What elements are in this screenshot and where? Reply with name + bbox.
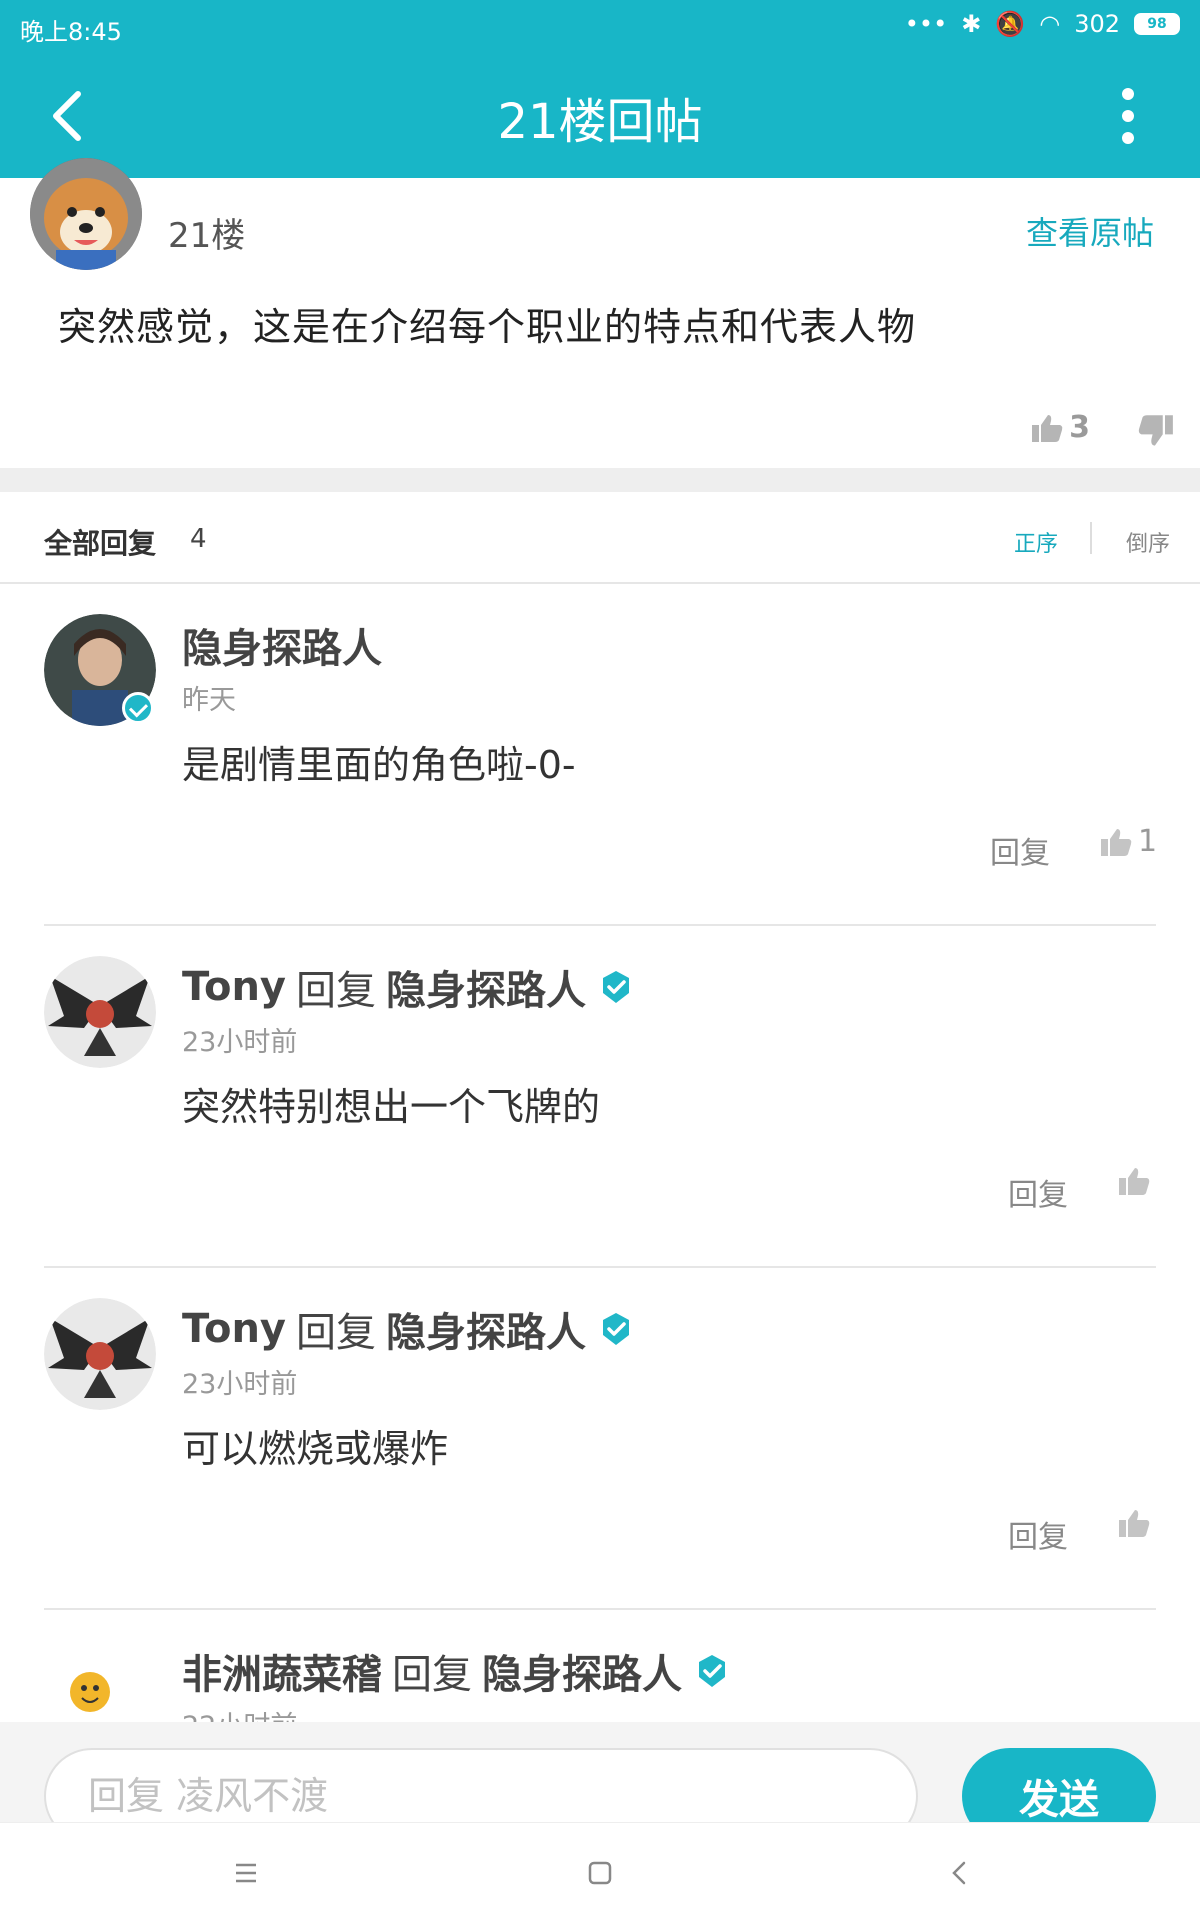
sort-ascending-button[interactable]: 正序 <box>1014 526 1058 558</box>
verified-badge-icon <box>598 1311 634 1347</box>
status-time: 晚上8:45 <box>20 18 122 46</box>
dog-avatar-icon <box>30 158 142 270</box>
reply-author-line: Tony 回复 隐身探路人 <box>182 958 634 1016</box>
reply-time: 23小时前 <box>182 1369 298 1400</box>
more-dot <box>1122 88 1134 100</box>
menu-nav-button[interactable] <box>226 1853 266 1893</box>
verified-badge-icon <box>598 969 634 1005</box>
post-like-count: 3 <box>1069 410 1090 445</box>
reply-like-button[interactable] <box>1118 1508 1150 1538</box>
bluetooth-icon: ✱ <box>961 10 982 38</box>
reply-button[interactable]: 回复 <box>1008 1170 1068 1214</box>
reply-author-line: Tony 回复 隐身探路人 <box>182 1300 634 1358</box>
reply-text: 突然特别想出一个飞牌的 <box>182 1085 601 1129</box>
reply-author-name[interactable]: 隐身探路人 <box>182 616 382 674</box>
thumbs-up-icon <box>1101 828 1132 856</box>
reply-author-line: 隐身探路人 <box>182 616 382 674</box>
reply-to-word: 回复 <box>392 1652 472 1698</box>
emoji-avatar-icon <box>44 1648 156 1722</box>
mute-icon: 🔕 <box>995 10 1026 38</box>
reply-button[interactable]: 回复 <box>990 828 1050 872</box>
view-original-link[interactable]: 查看原帖 <box>1026 208 1154 254</box>
section-divider <box>0 468 1200 492</box>
author-avatar[interactable] <box>30 158 142 270</box>
more-dot <box>1122 110 1134 122</box>
reply-time: 22小时前 <box>182 1704 297 1722</box>
verified-badge-icon <box>694 1653 730 1689</box>
reply-avatar[interactable] <box>44 1298 156 1410</box>
reply-like-count: 1 <box>1138 824 1158 859</box>
home-nav-button[interactable] <box>580 1853 620 1893</box>
post-dislike-button[interactable] <box>1138 414 1174 448</box>
reply-input-bar: 发送 <box>0 1722 1200 1844</box>
back-arrow-icon <box>952 1861 966 1885</box>
reply-avatar[interactable] <box>44 956 156 1068</box>
more-dot <box>1122 132 1134 144</box>
post-content: 突然感觉，这是在介绍每个职业的特点和代表人物 <box>58 305 917 349</box>
reply-item: Tony 回复 隐身探路人 23小时前 突然特别想出一个飞牌的 回复 <box>0 926 1200 1268</box>
more-dots-icon: ••• <box>904 10 948 38</box>
reply-time: 23小时前 <box>182 1027 298 1058</box>
sort-divider <box>1090 522 1092 554</box>
reply-like-button[interactable]: 1 <box>1100 824 1157 859</box>
all-replies-label: 全部回复 <box>44 527 157 560</box>
replies-header: 全部回复 4 正序 倒序 <box>0 492 1200 584</box>
system-nav-bar <box>0 1822 1200 1920</box>
thumbs-down-icon <box>1138 415 1173 446</box>
thumbs-up-icon <box>1119 1168 1150 1195</box>
reply-like-button[interactable] <box>1118 1166 1150 1196</box>
reply-item: 隐身探路人 昨天 是剧情里面的角色啦-0- 回复 1 <box>0 584 1200 926</box>
replies-count: 4 <box>190 524 207 554</box>
sort-descending-button[interactable]: 倒序 <box>1126 526 1170 558</box>
original-post: 21楼 查看原帖 突然感觉，这是在介绍每个职业的特点和代表人物 3 <box>0 158 1200 468</box>
reply-target-name[interactable]: 隐身探路人 <box>386 958 586 1016</box>
wifi-icon: ◠ <box>1039 10 1061 38</box>
reply-avatar[interactable] <box>44 1648 156 1722</box>
reply-author-name[interactable]: Tony <box>182 1306 286 1352</box>
winged-avatar-icon <box>44 1298 156 1410</box>
more-options-button[interactable] <box>1116 88 1140 148</box>
reply-author-line: 非洲蔬菜稽 回复 隐身探路人 <box>182 1642 730 1700</box>
thumbs-up-icon <box>1119 1510 1150 1537</box>
reply-text: 是剧情里面的角色啦-0- <box>182 743 576 787</box>
back-nav-button[interactable] <box>940 1853 980 1893</box>
reply-time: 昨天 <box>182 685 236 716</box>
page-title: 21楼回帖 <box>497 94 703 150</box>
reply-author-name[interactable]: 非洲蔬菜稽 <box>182 1642 382 1700</box>
reply-button[interactable]: 回复 <box>1008 1512 1068 1556</box>
reply-text: 可以燃烧或爆炸 <box>182 1427 449 1471</box>
app-bar: 晚上8:45 ••• ✱ 🔕 ◠ 302 98 21楼回帖 <box>0 0 1200 178</box>
verified-badge-icon <box>122 692 154 724</box>
status-bar: 晚上8:45 ••• ✱ 🔕 ◠ 302 98 <box>0 0 1200 54</box>
thumbs-up-icon <box>1032 414 1063 442</box>
reply-author-name[interactable]: Tony <box>182 964 286 1010</box>
reply-target-name[interactable]: 隐身探路人 <box>386 1300 586 1358</box>
reply-item: Tony 回复 隐身探路人 23小时前 可以燃烧或爆炸 回复 <box>0 1268 1200 1610</box>
reply-to-word: 回复 <box>296 968 377 1014</box>
reply-to-word: 回复 <box>296 1310 377 1356</box>
reply-target-name[interactable]: 隐身探路人 <box>482 1642 682 1700</box>
home-square-icon <box>588 1861 612 1885</box>
floor-number: 21楼 <box>168 216 246 256</box>
signal-text: 302 <box>1074 10 1120 38</box>
reply-item: 非洲蔬菜稽 回复 隐身探路人 22小时前 <box>0 1610 1200 1722</box>
status-icons: ••• ✱ 🔕 ◠ 302 98 <box>905 10 1180 38</box>
menu-icon <box>236 1863 256 1883</box>
battery-icon: 98 <box>1134 13 1180 35</box>
title-bar: 21楼回帖 <box>0 54 1200 178</box>
post-like-button[interactable]: 3 <box>1031 410 1090 445</box>
winged-avatar-icon <box>44 956 156 1068</box>
